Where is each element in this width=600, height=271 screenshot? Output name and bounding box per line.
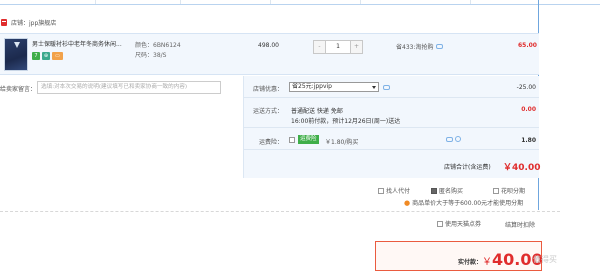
header-divider xyxy=(180,0,181,4)
qty-decrease-button[interactable]: - xyxy=(314,41,325,53)
anonymous-checkbox[interactable] xyxy=(431,187,437,194)
anonymous-option[interactable]: 匿名购买 xyxy=(431,186,463,195)
tmall-points-checkbox[interactable] xyxy=(437,220,443,227)
installment-note-text: 商品单价大于等于600.00元才能使用分期 xyxy=(412,200,524,207)
coupon-amount: -25.00 xyxy=(516,84,536,91)
service-badges: 7 ⊕ ▭ xyxy=(32,52,63,60)
installment-option[interactable]: 花呗分期 xyxy=(493,186,525,195)
header-divider xyxy=(470,0,471,4)
chat-icon[interactable] xyxy=(436,44,444,49)
installment-label: 花呗分期 xyxy=(501,188,526,195)
shipping-label: 运送方式： xyxy=(253,108,284,115)
header-divider xyxy=(270,0,271,4)
location-pin-icon: ● xyxy=(404,198,411,207)
product-sku: 颜色：6BN6124 尺码：38/S xyxy=(135,41,181,61)
payment-label: 实付款： xyxy=(458,259,483,266)
watermark-logo: 值得买 xyxy=(533,255,557,264)
insurance-amount: 1.80 xyxy=(521,137,536,144)
shop-header: 店铺：jpp旗舰店 xyxy=(0,16,56,28)
shop-name[interactable]: 店铺：jpp旗舰店 xyxy=(11,18,56,27)
coupon-selected-value: 省25元:jppvip xyxy=(292,83,332,90)
product-title[interactable]: 男士保暖衬衫中老年冬商务休闲... xyxy=(32,41,132,49)
section-divider xyxy=(0,211,560,212)
seven-day-return-icon: 7 xyxy=(32,52,40,60)
promotion-text: 省433:淘抢购 xyxy=(396,44,434,51)
help-icon[interactable] xyxy=(455,136,461,142)
store-total-value: ￥40.00 xyxy=(503,163,541,173)
product-thumbnail[interactable] xyxy=(4,38,28,71)
row-divider xyxy=(244,97,539,98)
sku-color: 颜色：6BN6124 xyxy=(135,42,181,49)
currency-symbol: ￥ xyxy=(482,257,492,268)
seller-message-label: 给卖家留言： xyxy=(0,86,37,93)
anonymous-label: 匿名购买 xyxy=(439,188,464,195)
qty-increase-button[interactable]: + xyxy=(351,41,362,53)
quantity-stepper: - 1 + xyxy=(313,40,363,54)
installment-note: ● 商品单价大于等于600.00元才能使用分期 xyxy=(404,198,524,208)
guarantee-icon: ⊕ xyxy=(42,52,50,60)
shipping-method: 普通配送 快递 免邮 xyxy=(291,108,343,115)
promotion-info: 省433:淘抢购 xyxy=(396,42,444,51)
coupon-select[interactable]: 省25元:jppvip xyxy=(289,82,379,92)
shipping-amount: 0.00 xyxy=(521,106,536,113)
seller-message-input[interactable]: 选填:对本次交易的说明(建议填写已和卖家协商一致的内容) xyxy=(37,81,221,94)
insurance-label: 运费险： xyxy=(259,139,284,146)
tmall-points-option[interactable]: 使用天猫点券 xyxy=(437,219,481,228)
installment-checkbox[interactable] xyxy=(493,187,499,194)
header-divider xyxy=(360,0,361,4)
store-total-label: 店铺合计(含运费) xyxy=(444,164,491,171)
shipping-eta: 16:00前付款，预计12月26日(周一)送达 xyxy=(291,118,401,125)
chevron-down-icon xyxy=(372,86,376,89)
row-divider xyxy=(244,149,539,150)
credit-card-icon: ▭ xyxy=(52,52,63,60)
header-divider xyxy=(95,0,96,4)
settle-note: 结算时扣除 xyxy=(505,222,536,229)
tmall-points-label: 使用天猫点券 xyxy=(445,221,482,228)
order-item-row xyxy=(0,33,539,75)
proxy-pay-label: 找人代付 xyxy=(386,188,411,195)
sku-size: 尺码：38/S xyxy=(135,52,167,59)
chat-icon[interactable] xyxy=(446,137,453,142)
row-divider xyxy=(244,127,539,128)
insurance-price: ￥1.80/购买 xyxy=(325,139,359,146)
proxy-pay-checkbox[interactable] xyxy=(378,187,384,194)
chat-icon[interactable] xyxy=(383,85,390,90)
qty-input[interactable]: 1 xyxy=(325,41,351,53)
proxy-pay-option[interactable]: 找人代付 xyxy=(378,186,410,195)
insurance-checkbox[interactable] xyxy=(289,137,295,143)
unit-price: 498.00 xyxy=(258,42,279,49)
insurance-tag: 运费险 xyxy=(298,135,319,144)
coupon-label: 店铺优惠： xyxy=(253,86,284,93)
item-subtotal: 65.00 xyxy=(518,42,537,49)
shop-icon xyxy=(1,18,7,26)
cart-column-header-strip xyxy=(0,0,600,5)
